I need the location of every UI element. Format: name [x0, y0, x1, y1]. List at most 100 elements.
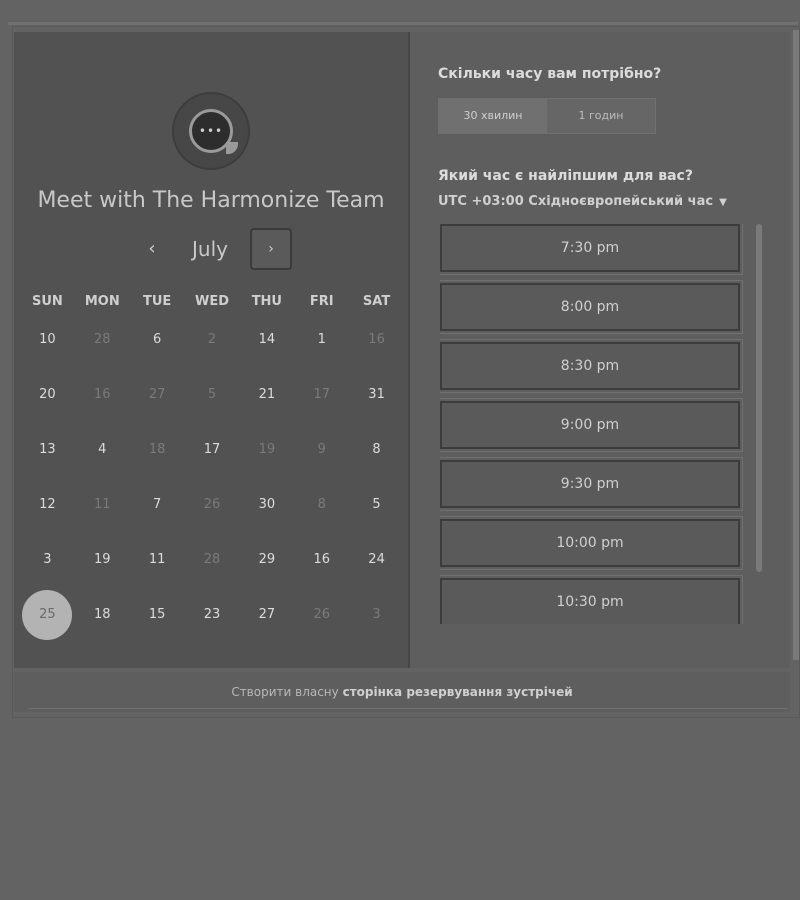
calendar-day[interactable]: 19	[75, 532, 130, 587]
calendar-day-label: 18	[148, 442, 166, 457]
calendar-day-label: 8	[372, 442, 381, 457]
timezone-label: UTC +03:00 Східноєвропейський час	[438, 194, 714, 209]
calendar-day-label: 12	[39, 497, 56, 512]
calendar-day-label: 26	[203, 497, 221, 512]
calendar-day-label: 21	[258, 387, 276, 402]
calendar-day[interactable]: 17	[185, 422, 240, 477]
calendar-day: 16	[75, 367, 130, 422]
calendar-day[interactable]: 15	[130, 587, 185, 642]
time-question: Який час є найліпшим для вас?	[438, 168, 693, 184]
calendar-day[interactable]: 14	[239, 312, 294, 367]
calendar-day-label: 16	[313, 552, 330, 567]
duration-selector: 30 хвилин 1 годин	[438, 98, 656, 134]
page-title: Meet with The Harmonize Team	[37, 188, 385, 213]
weekday-header: SUN MON TUE WED THU FRI SAT	[20, 294, 404, 309]
calendar-day: 8	[294, 477, 349, 532]
calendar-day-label: 14	[258, 332, 276, 347]
calendar-day-label: 26	[313, 607, 330, 622]
calendar-day: 28	[185, 532, 240, 587]
calendar-day[interactable]: 6	[130, 312, 185, 367]
time-slot-button[interactable]: 7:30 pm	[440, 224, 743, 275]
time-slot-button[interactable]: 8:00 pm	[440, 280, 743, 334]
calendar-day: 9	[294, 422, 349, 477]
calendar-day[interactable]: 8	[349, 422, 404, 477]
calendar-day[interactable]: 12	[20, 477, 75, 532]
calendar-day-label: 24	[368, 552, 385, 567]
calendar-day-selected[interactable]: 25	[20, 587, 75, 642]
duration-option[interactable]: 1 годин	[547, 99, 655, 133]
prev-month-button[interactable]: ‹	[140, 234, 164, 264]
weekday-label: THU	[251, 294, 282, 309]
calendar-day[interactable]: 18	[75, 587, 130, 642]
calendar-day-label: 27	[148, 387, 166, 402]
calendar-day-label: 31	[368, 387, 385, 402]
calendar-day[interactable]: 3	[20, 532, 75, 587]
calendar-day-label: 20	[39, 387, 56, 402]
calendar-day: 28	[75, 312, 130, 367]
calendar-day[interactable]: 24	[349, 532, 404, 587]
calendar-day[interactable]: 31	[349, 367, 404, 422]
calendar-day-label: 11	[148, 552, 166, 567]
calendar-day: 2	[185, 312, 240, 367]
weekday-label: TUE	[142, 294, 172, 309]
chat-bubble-icon: •••	[189, 109, 238, 154]
footer-divider	[28, 708, 788, 709]
calendar-day[interactable]: 16	[294, 532, 349, 587]
calendar-day-label: 16	[94, 387, 111, 402]
calendar-day[interactable]: 23	[185, 587, 240, 642]
duration-question: Скільки часу вам потрібно?	[438, 66, 662, 82]
chevron-down-icon: ▼	[719, 197, 727, 208]
time-slot-list: 7:30 pm 8:00 pm 8:30 pm 9:00 pm 9:30 pm 10:00…	[440, 224, 756, 624]
time-slot-button[interactable]: 9:00 pm	[440, 398, 743, 452]
calendar-day-label: 28	[94, 332, 111, 347]
footer: Створити власну сторінка резервування зу…	[14, 672, 790, 712]
next-month-button[interactable]: ›	[250, 228, 292, 270]
footer-link[interactable]: сторінка резервування зустрічей	[343, 685, 573, 699]
calendar-day[interactable]: 5	[349, 477, 404, 532]
timezone-select[interactable]: UTC +03:00 Східноєвропейський час ▼	[438, 194, 727, 209]
weekday-label: FRI	[309, 294, 334, 309]
weekday-label: WED	[194, 294, 229, 309]
calendar-day-label: 11	[94, 497, 111, 512]
calendar-day[interactable]: 10	[20, 312, 75, 367]
calendar-day[interactable]: 4	[75, 422, 130, 477]
calendar-day-label: 8	[317, 497, 326, 512]
calendar-day[interactable]: 29	[239, 532, 294, 587]
calendar-day[interactable]: 1	[294, 312, 349, 367]
calendar-day-label: 16	[368, 332, 385, 347]
calendar-day[interactable]: 7	[130, 477, 185, 532]
calendar-day[interactable]: 21	[239, 367, 294, 422]
calendar-day: 18	[130, 422, 185, 477]
booking-panel: Скільки часу вам потрібно? 30 хвилин 1 го…	[410, 32, 790, 668]
calendar-day[interactable]: 27	[239, 587, 294, 642]
slots-scrollbar[interactable]	[756, 224, 762, 572]
calendar-grid: 10 28 6 2 14 1 16 20 16 27 5 21 17 31 13 4 18 17 19 9 8 12 11 7…	[20, 312, 404, 642]
calendar-panel: ••• Meet with The Harmonize Team ‹ July …	[14, 32, 410, 668]
calendar-day-label: 13	[39, 442, 56, 457]
calendar-day[interactable]: 20	[20, 367, 75, 422]
calendar-day-label: 3	[372, 607, 381, 622]
avatar: •••	[172, 92, 250, 170]
calendar-day-label: 28	[203, 552, 221, 567]
calendar-day[interactable]: 30	[239, 477, 294, 532]
calendar-day: 26	[294, 587, 349, 642]
calendar-day: 11	[75, 477, 130, 532]
page-scrollbar[interactable]	[793, 30, 799, 660]
month-navigation: ‹ July ›	[14, 228, 408, 272]
calendar-day[interactable]: 11	[130, 532, 185, 587]
time-slot-button[interactable]: 9:30 pm	[440, 457, 743, 511]
calendar-day-label: 5	[372, 497, 381, 512]
time-slot-button[interactable]: 10:30 pm	[440, 575, 743, 624]
time-slot-button[interactable]: 8:30 pm	[440, 339, 743, 393]
calendar-day: 5	[185, 367, 240, 422]
calendar-day-label: 7	[152, 497, 162, 512]
time-slot-button[interactable]: 10:00 pm	[440, 516, 743, 570]
calendar-day-label: 25	[22, 589, 73, 640]
calendar-day-label: 17	[313, 387, 330, 402]
calendar-day-label: 30	[258, 497, 276, 512]
duration-option[interactable]: 30 хвилин	[439, 99, 547, 133]
calendar-day-label: 6	[152, 332, 162, 347]
calendar-day-label: 2	[207, 332, 217, 347]
calendar-day-label: 1	[317, 332, 326, 347]
calendar-day[interactable]: 13	[20, 422, 75, 477]
